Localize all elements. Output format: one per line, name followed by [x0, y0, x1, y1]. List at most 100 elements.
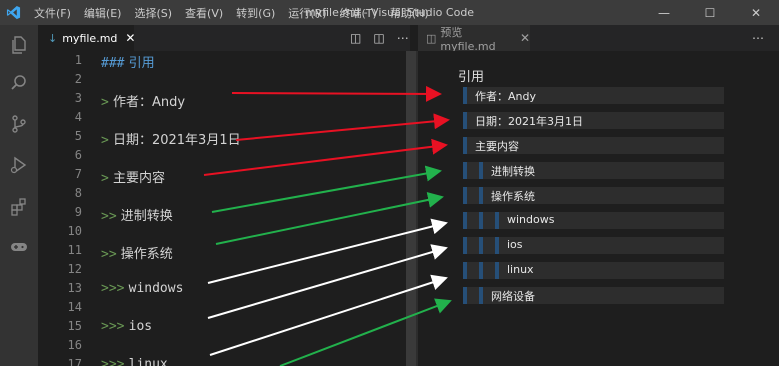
blockquote: 作者：Andy [463, 87, 724, 104]
close-icon[interactable]: ✕ [125, 31, 135, 45]
preview-heading: 引用 [458, 70, 485, 85]
line-number: 15 [67, 319, 82, 333]
markdown-file-icon: ↓ [48, 31, 58, 45]
quote-marker: > [101, 171, 109, 186]
extensions-icon[interactable] [7, 195, 31, 219]
blockquote-text: 作者：Andy [475, 90, 536, 103]
line-number: 6 [74, 148, 82, 162]
code-line: >> 操作系统 [101, 243, 173, 262]
code-text: 进制转换 [120, 209, 173, 224]
line-number: 8 [74, 186, 82, 200]
nested-blockquote: 网络设备 [479, 287, 724, 304]
code-text: 操作系统 [120, 247, 173, 262]
close-icon[interactable]: ✕ [520, 31, 530, 45]
preview-tab-bar: ◫ 预览 myfile.md ✕ ⋯ [418, 25, 779, 53]
quote-marker: > [101, 95, 109, 110]
source-control-icon[interactable] [7, 112, 31, 136]
remote-gamepad-icon[interactable] [7, 235, 31, 259]
blockquote-text: linux [507, 263, 534, 276]
maximize-icon[interactable]: ☐ [687, 0, 733, 25]
code-text: 主要内容 [112, 171, 165, 186]
open-preview-icon[interactable]: ◫ [350, 31, 361, 45]
menu-go[interactable]: 转到(G) [236, 5, 275, 21]
code-line: >>> windows [101, 281, 183, 296]
search-icon[interactable] [7, 71, 31, 95]
menu-terminal[interactable]: 终端(T) [340, 5, 377, 21]
code-line: >> 进制转换 [101, 205, 173, 224]
code-text: 日期：2021年3月1日 [112, 133, 241, 148]
nested-blockquote: 进制转换 [479, 162, 706, 179]
line-number: 12 [67, 262, 82, 276]
nested-blockquote: 操作系统 [479, 187, 706, 204]
code-text: 引用 [128, 56, 155, 71]
code-text: 作者：Andy [112, 95, 186, 110]
blockquote-text: 进制转换 [491, 165, 535, 178]
more-actions-icon[interactable]: ⋯ [752, 31, 764, 45]
quote-marker: >>> [101, 357, 125, 366]
blockquote-text: 主要内容 [475, 140, 519, 153]
code-line: > 作者：Andy [101, 91, 185, 110]
explorer-icon[interactable] [7, 33, 31, 57]
vscode-logo-icon [6, 5, 21, 20]
close-window-icon[interactable]: ✕ [733, 0, 779, 25]
window-controls: — ☐ ✕ [641, 0, 779, 25]
menu-edit[interactable]: 编辑(E) [84, 5, 122, 21]
menu-help[interactable]: 帮助(H) [390, 5, 429, 21]
quote-marker: >> [101, 247, 117, 262]
blockquote-text: 网络设备 [491, 290, 535, 303]
code-text: windows [128, 281, 184, 296]
quote-marker: >>> [101, 319, 125, 334]
editor-pane[interactable]: 1 2 3 4 5 6 7 8 9 10 11 12 13 14 15 16 1… [38, 51, 406, 366]
split-editor-icon[interactable]: ◫ [373, 31, 384, 45]
quote-marker: >> [101, 209, 117, 224]
editor-tab-bar: ↓ myfile.md ✕ ◫ ◫ ⋯ [38, 25, 410, 51]
minimize-icon[interactable]: — [641, 0, 687, 25]
line-number: 13 [67, 281, 82, 295]
code-line: > 日期：2021年3月1日 [101, 129, 241, 148]
menu-view[interactable]: 查看(V) [185, 5, 223, 21]
line-number: 16 [67, 338, 82, 352]
run-debug-icon[interactable] [7, 153, 31, 177]
line-number: 14 [67, 300, 82, 314]
line-number: 3 [74, 91, 82, 105]
line-number: 7 [74, 167, 82, 181]
menu-run[interactable]: 运行(R) [288, 5, 326, 21]
code-line: ### 引用 [101, 52, 155, 71]
quote-marker: > [101, 133, 109, 148]
line-number: 1 [74, 53, 82, 67]
activity-bar [0, 25, 38, 366]
tab-label: 预览 myfile.md [440, 25, 496, 53]
preview-actions: ⋯ [740, 25, 764, 51]
code-line: >>> ios [101, 319, 152, 334]
menu-file[interactable]: 文件(F) [34, 5, 71, 21]
more-actions-icon[interactable]: ⋯ [397, 31, 409, 45]
line-number: 5 [74, 129, 82, 143]
heading-marker: ### [101, 56, 125, 71]
line-number: 10 [67, 224, 82, 238]
line-number: 2 [74, 72, 82, 86]
title-bar: 文件(F) 编辑(E) 选择(S) 查看(V) 转到(G) 运行(R) 终端(T… [0, 0, 779, 25]
menu-bar: 文件(F) 编辑(E) 选择(S) 查看(V) 转到(G) 运行(R) 终端(T… [34, 0, 442, 25]
editor-actions: ◫ ◫ ⋯ [338, 25, 409, 51]
line-number: 9 [74, 205, 82, 219]
code-text: linux [128, 357, 168, 366]
tab-label: myfile.md [62, 31, 118, 45]
code-line: >>> linux [101, 357, 168, 366]
markdown-preview-pane[interactable]: 引用 作者：Andy 日期：2021年3月1日 主要内容 进制转换 操作系统 w… [418, 51, 779, 366]
deep-nested-blockquote: ios [495, 237, 688, 254]
tab-myfile-md[interactable]: ↓ myfile.md ✕ [38, 25, 135, 51]
quote-marker: >>> [101, 281, 125, 296]
blockquote-text: ios [507, 238, 523, 251]
line-number: 4 [74, 110, 82, 124]
menu-selection[interactable]: 选择(S) [134, 5, 172, 21]
line-number: 17 [67, 357, 82, 366]
blockquote: 主要内容 [463, 137, 724, 154]
preview-icon: ◫ [426, 31, 437, 45]
code-line: > 主要内容 [101, 167, 165, 186]
deep-nested-blockquote: windows [495, 212, 688, 229]
blockquote-text: 操作系统 [491, 190, 535, 203]
editor-scrollbar[interactable] [406, 51, 416, 366]
blockquote: 日期：2021年3月1日 [463, 112, 724, 129]
blockquote-text: windows [507, 213, 555, 226]
tab-preview-myfile-md[interactable]: ◫ 预览 myfile.md ✕ [418, 25, 530, 53]
